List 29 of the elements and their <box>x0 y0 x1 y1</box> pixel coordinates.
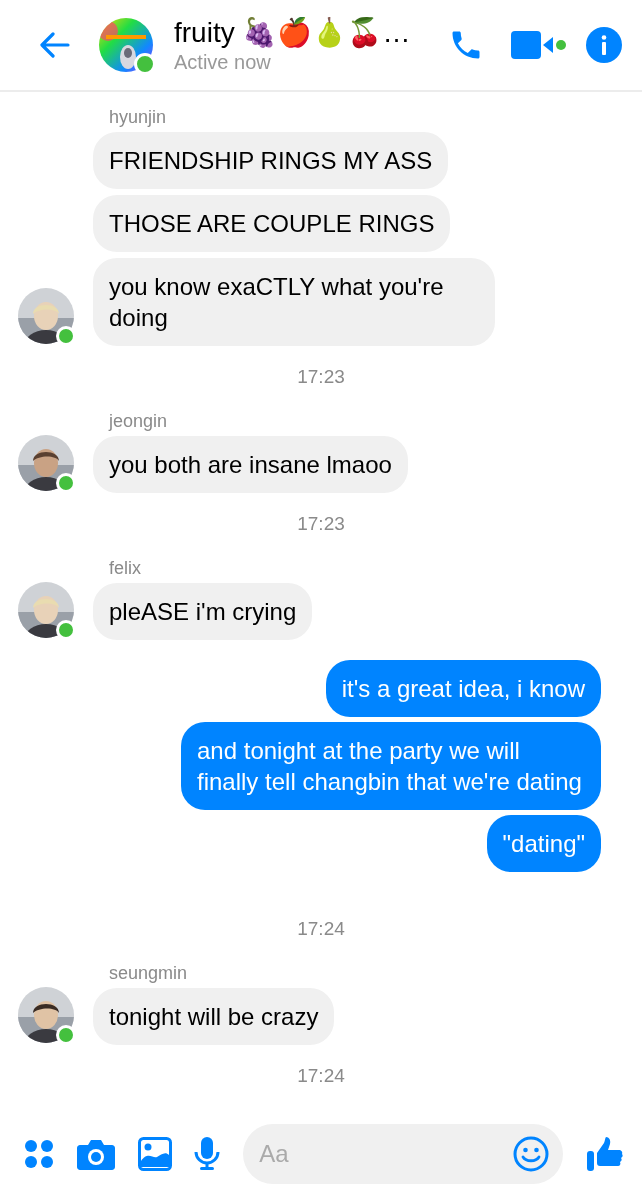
message-bubble: tonight will be crazy <box>93 988 335 1045</box>
timestamp: 17:24 <box>297 1064 345 1088</box>
sender-name: felix <box>108 557 141 579</box>
info-icon[interactable] <box>586 27 622 63</box>
message-bubble: you know exaCTLY what you're doing <box>93 258 495 346</box>
image-icon[interactable] <box>137 1137 172 1171</box>
timestamp: 17:23 <box>297 365 345 389</box>
message-bubble: and tonight at the party we will finally tell changbin that we're dating <box>181 722 601 810</box>
timestamp: 17:23 <box>297 512 345 536</box>
sender-name: jeongin <box>107 410 168 432</box>
sender-name: seungmin <box>108 962 188 984</box>
thumbs-up-icon[interactable] <box>586 1135 624 1173</box>
status-text: Active now <box>174 50 272 74</box>
chat-title: fruity 🍇🍎🍐🍒… <box>174 16 412 50</box>
message-bubble: FRIENDSHIP RINGS MY ASS <box>93 132 449 189</box>
message-bubble: "dating" <box>486 815 601 872</box>
apps-icon[interactable] <box>24 1139 54 1169</box>
sender-name: hyunjin <box>108 106 167 128</box>
message-bubble: you both are insane lmaoo <box>93 436 408 493</box>
timestamp: 17:24 <box>297 917 345 941</box>
back-icon[interactable] <box>40 32 70 58</box>
microphone-icon[interactable] <box>194 1136 221 1172</box>
message-bubble: pleASE i'm crying <box>93 583 313 640</box>
emoji-icon[interactable] <box>513 1136 550 1172</box>
message-field[interactable]: Aa <box>243 1124 564 1184</box>
camera-icon[interactable] <box>76 1137 115 1171</box>
video-call-icon[interactable] <box>510 30 568 60</box>
message-bubble: THOSE ARE COUPLE RINGS <box>93 195 451 252</box>
message-bubble: it's a great idea, i know <box>325 660 601 717</box>
